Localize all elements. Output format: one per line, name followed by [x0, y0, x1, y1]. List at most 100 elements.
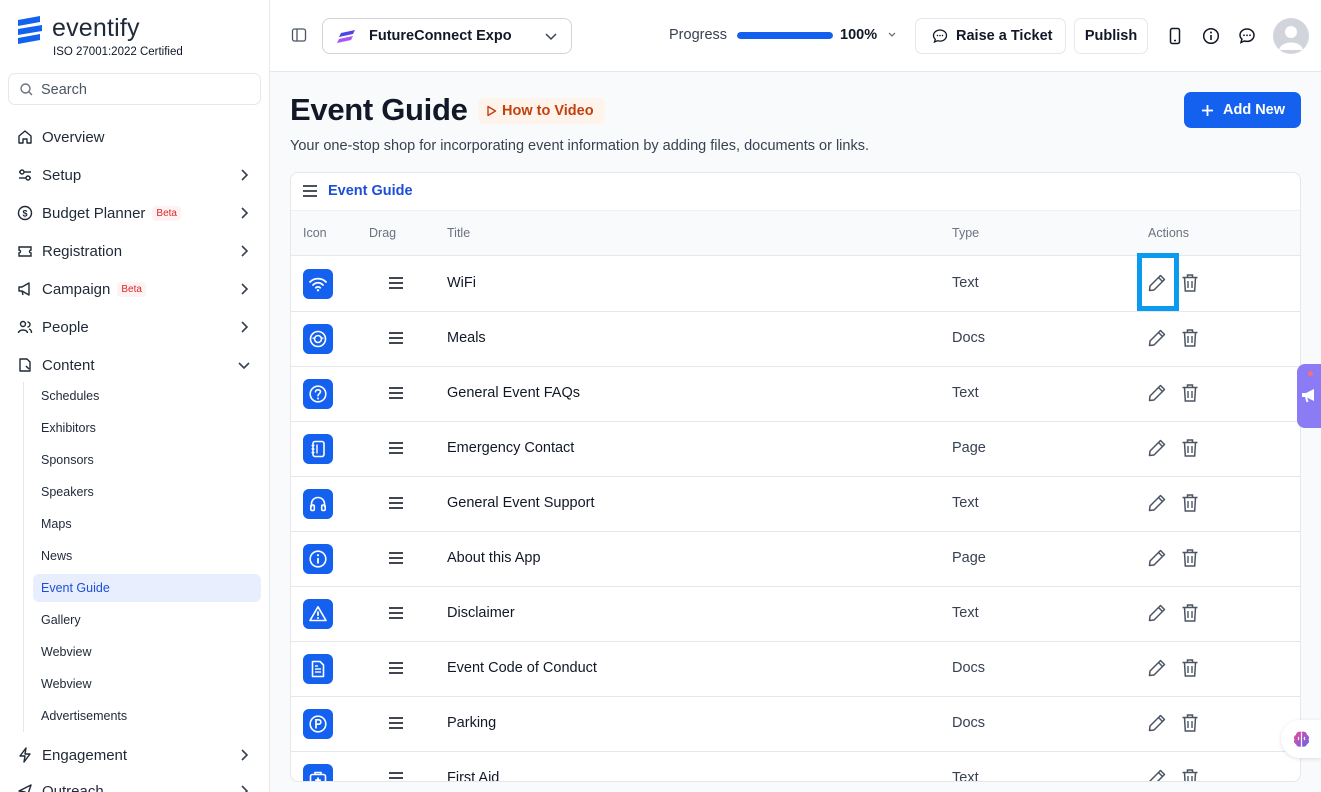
drag-handle-icon[interactable]: [388, 276, 404, 290]
drag-handle-icon[interactable]: [388, 606, 404, 620]
delete-trash-icon[interactable]: [1181, 548, 1199, 568]
row-title: Parking: [447, 715, 497, 731]
sidebar-subitem-speakers[interactable]: Speakers: [33, 478, 261, 506]
warning-icon: [303, 599, 333, 629]
user-avatar[interactable]: [1273, 18, 1309, 54]
sidebar-subitem-schedules[interactable]: Schedules: [33, 382, 261, 410]
edit-focus-highlight: [1137, 253, 1179, 311]
brand-tagline: ISO 27001:2022 Certified: [53, 46, 183, 58]
mobile-preview-icon[interactable]: [1167, 27, 1183, 45]
sidebar-subitem-sponsors[interactable]: Sponsors: [33, 446, 261, 474]
edit-pencil-icon[interactable]: [1147, 438, 1167, 458]
delete-trash-icon[interactable]: [1181, 438, 1199, 458]
sidebar-item-people[interactable]: People: [8, 311, 261, 343]
delete-trash-icon[interactable]: [1181, 603, 1199, 623]
sidebar-toggle-icon[interactable]: [291, 27, 307, 43]
user-icon: [1279, 26, 1303, 50]
row-title: Meals: [447, 330, 486, 346]
sidebar-item-budget-planner[interactable]: $ Budget Planner Beta: [8, 197, 261, 229]
meals-icon: [303, 324, 333, 354]
megaphone-icon: [16, 280, 34, 298]
sidebar-item-label: Engagement: [42, 746, 128, 764]
row-title: General Event FAQs: [447, 385, 580, 401]
publish-button[interactable]: Publish: [1074, 18, 1148, 54]
sidebar-item-setup[interactable]: Setup: [8, 159, 261, 191]
drag-handle-icon[interactable]: [388, 661, 404, 675]
edit-pencil-icon[interactable]: [1147, 328, 1167, 348]
drag-handle-icon[interactable]: [388, 331, 404, 345]
ai-assistant-button[interactable]: [1281, 720, 1321, 758]
announcements-tab[interactable]: [1297, 364, 1321, 428]
delete-trash-icon[interactable]: [1181, 768, 1199, 782]
delete-trash-icon[interactable]: [1181, 328, 1199, 348]
sidebar-subitem-exhibitors[interactable]: Exhibitors: [33, 414, 261, 442]
row-type: Text: [952, 275, 979, 291]
delete-trash-icon[interactable]: [1181, 493, 1199, 513]
drag-handle-icon[interactable]: [388, 496, 404, 510]
sidebar-subitem-webview-2[interactable]: Webview: [33, 670, 261, 698]
edit-pencil-icon[interactable]: [1147, 768, 1167, 782]
row-type: Page: [952, 440, 986, 456]
drag-handle-icon[interactable]: [388, 441, 404, 455]
sidebar-item-label: Setup: [42, 166, 82, 184]
how-to-video-link[interactable]: How to Video: [478, 98, 605, 124]
sliders-icon: [16, 166, 34, 184]
table-row: General Event FAQs Text: [291, 367, 1300, 422]
sidebar-subitem-advertisements[interactable]: Advertisements: [33, 702, 261, 730]
sidebar-item-content[interactable]: Content: [8, 349, 261, 381]
search-box[interactable]: [8, 73, 261, 105]
delete-trash-icon[interactable]: [1181, 713, 1199, 733]
edit-pencil-icon[interactable]: [1147, 548, 1167, 568]
edit-pencil-icon[interactable]: [1147, 603, 1167, 623]
delete-trash-icon[interactable]: [1181, 383, 1199, 403]
chat-icon[interactable]: [1238, 27, 1256, 45]
sidebar-subitem-gallery[interactable]: Gallery: [33, 606, 261, 634]
hamburger-menu-icon[interactable]: [302, 184, 318, 198]
sidebar-subitem-news[interactable]: News: [33, 542, 261, 570]
drag-handle-icon[interactable]: [388, 716, 404, 730]
sidebar-subitem-webview[interactable]: Webview: [33, 638, 261, 666]
parking-icon: [303, 709, 333, 739]
sidebar-item-outreach[interactable]: Outreach: [8, 775, 261, 792]
column-header-title: Title: [447, 226, 471, 240]
row-type: Text: [952, 605, 979, 621]
edit-pencil-icon[interactable]: [1147, 713, 1167, 733]
eventify-logo-icon: [18, 16, 42, 44]
event-logo-icon: [337, 30, 355, 43]
delete-trash-icon[interactable]: [1181, 658, 1199, 678]
sidebar-item-engagement[interactable]: Engagement: [8, 739, 261, 771]
row-title: WiFi: [447, 275, 476, 291]
raise-ticket-button[interactable]: Raise a Ticket: [915, 18, 1066, 54]
event-selector[interactable]: FutureConnect Expo: [322, 18, 572, 54]
info-icon[interactable]: [1202, 27, 1220, 45]
page-subtitle: Your one-stop shop for incorporating eve…: [290, 138, 869, 154]
edit-pencil-icon[interactable]: [1147, 658, 1167, 678]
chevron-right-icon: [241, 321, 249, 333]
row-title: Disclaimer: [447, 605, 515, 621]
sidebar-subitem-event-guide[interactable]: Event Guide: [33, 574, 261, 602]
add-new-button[interactable]: Add New: [1184, 92, 1301, 128]
sidebar-subitem-maps[interactable]: Maps: [33, 510, 261, 538]
edit-pencil-icon[interactable]: [1147, 383, 1167, 403]
drag-handle-icon[interactable]: [388, 771, 404, 782]
drag-handle-icon[interactable]: [388, 386, 404, 400]
sidebar-item-campaign[interactable]: Campaign Beta: [8, 273, 261, 305]
edit-pencil-icon[interactable]: [1147, 493, 1167, 513]
sidebar-item-overview[interactable]: Overview: [8, 121, 261, 153]
svg-text:$: $: [22, 209, 27, 219]
search-input[interactable]: [41, 79, 251, 100]
ticket-icon: [16, 242, 34, 260]
sidebar-item-registration[interactable]: Registration: [8, 235, 261, 267]
sidebar-item-label: Budget Planner: [42, 204, 146, 222]
row-type: Text: [952, 770, 979, 782]
drag-handle-icon[interactable]: [388, 551, 404, 565]
column-header-actions: Actions: [1148, 226, 1189, 240]
table-row: First Aid Text: [291, 752, 1300, 782]
progress-bar-fill: [737, 32, 833, 39]
delete-trash-icon[interactable]: [1181, 273, 1199, 293]
sidebar-item-label: Outreach: [42, 782, 104, 792]
top-bar: FutureConnect Expo Progress 100% Raise a…: [270, 0, 1321, 72]
send-icon: [16, 782, 34, 792]
chevron-down-icon[interactable]: [887, 30, 897, 40]
headphones-icon: [303, 489, 333, 519]
